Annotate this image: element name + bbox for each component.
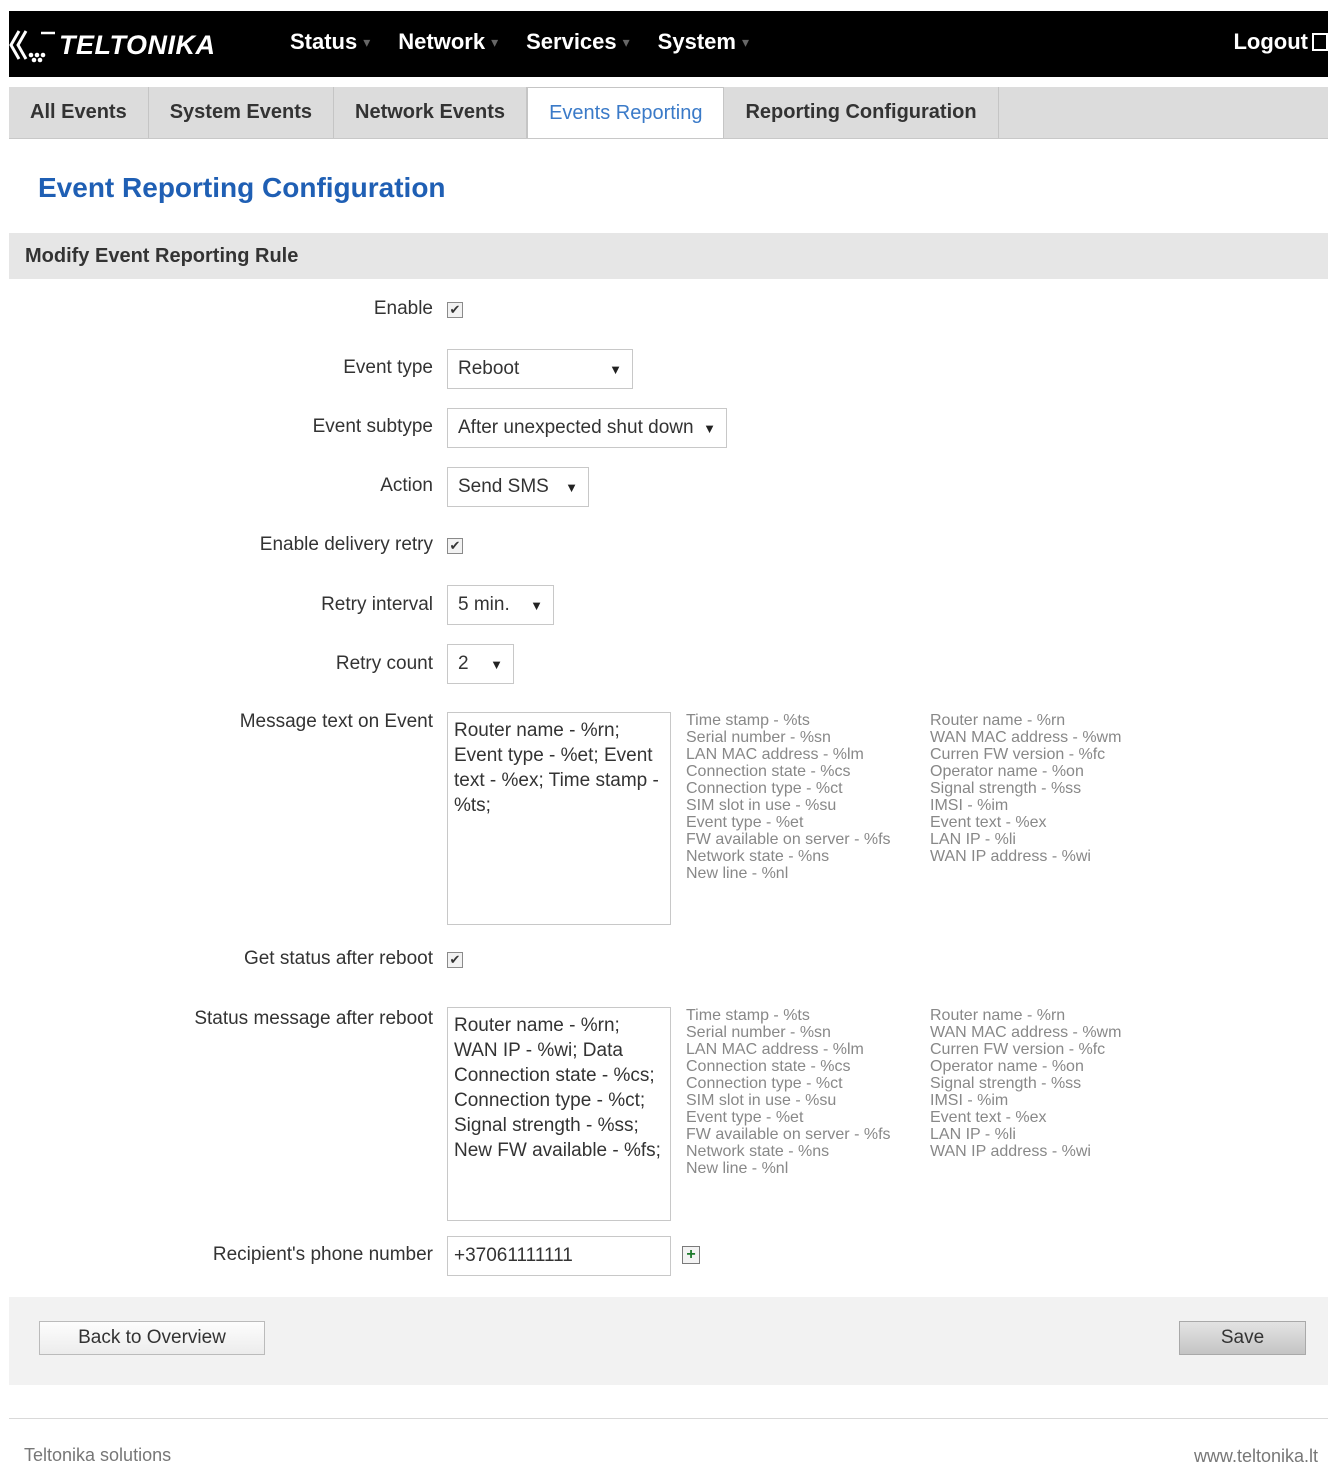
action-value: Send SMS	[458, 476, 549, 497]
action-select[interactable]: Send SMS ▼	[447, 467, 589, 507]
chevron-down-icon: ▾	[741, 33, 749, 50]
footer-website-link[interactable]: www.teltonika.lt	[1194, 1446, 1318, 1467]
event-subtype-select[interactable]: After unexpected shut down ▼	[447, 408, 727, 448]
back-to-overview-button[interactable]: Back to Overview	[39, 1321, 265, 1355]
tab-label: Reporting Configuration	[745, 101, 977, 123]
retry-count-value: 2	[458, 653, 469, 674]
check-icon: ✔	[449, 952, 461, 967]
events-tab-bar: All Events System Events Network Events …	[9, 87, 1328, 139]
tab-label: All Events	[30, 101, 127, 123]
phone-number-label: Recipient's phone number	[212, 1244, 433, 1265]
logout-link[interactable]: Logout	[1233, 29, 1328, 55]
retry-interval-value: 5 min.	[458, 594, 510, 615]
save-button[interactable]: Save	[1179, 1321, 1306, 1355]
action-label: Action	[380, 475, 433, 496]
menu-services[interactable]: Services ▾	[526, 29, 630, 55]
delivery-retry-checkbox[interactable]: ✔	[447, 538, 463, 554]
event-type-value: Reboot	[458, 358, 520, 379]
menu-services-label: Services	[526, 29, 617, 54]
tab-system-events[interactable]: System Events	[149, 87, 334, 138]
dropdown-arrow-icon: ▼	[490, 656, 503, 672]
tab-network-events[interactable]: Network Events	[334, 87, 528, 138]
dropdown-arrow-icon: ▼	[703, 420, 716, 436]
tab-label: Events Reporting	[549, 101, 703, 124]
footer-divider	[9, 1418, 1328, 1419]
add-phone-icon[interactable]: +	[682, 1246, 700, 1264]
tab-reporting-configuration[interactable]: Reporting Configuration	[724, 87, 999, 138]
top-navigation-bar: TELTONIKA Status ▾ Network ▾ Services ▾ …	[9, 11, 1328, 77]
logo-text: TELTONIKA	[59, 29, 216, 60]
menu-network-label: Network	[398, 29, 486, 54]
event-subtype-label: Event subtype	[312, 416, 433, 437]
section-header: Modify Event Reporting Rule	[9, 233, 1328, 279]
check-icon: ✔	[449, 302, 461, 317]
retry-interval-label: Retry interval	[321, 594, 433, 615]
variable-hints-left: Time stamp - %ts Serial number - %sn LAN…	[686, 712, 891, 882]
logout-label: Logout	[1233, 29, 1308, 54]
page-title: Event Reporting Configuration	[38, 172, 446, 203]
message-text-label: Message text on Event	[239, 711, 433, 732]
dropdown-arrow-icon: ▼	[530, 597, 543, 613]
message-text-textarea[interactable]: Router name - %rn; Event type - %et; Eve…	[447, 712, 671, 925]
check-icon: ✔	[449, 538, 461, 553]
tab-label: Network Events	[355, 101, 506, 123]
footer-company: Teltonika solutions	[24, 1445, 172, 1465]
tab-all-events[interactable]: All Events	[9, 87, 149, 138]
enable-label: Enable	[373, 298, 433, 319]
chevron-down-icon: ▾	[491, 33, 499, 50]
status-message-textarea[interactable]: Router name - %rn; WAN IP - %wi; Data Co…	[447, 1007, 671, 1221]
menu-status[interactable]: Status ▾	[290, 29, 370, 55]
menu-status-label: Status	[290, 29, 358, 54]
logo-mark-icon	[9, 30, 55, 63]
event-subtype-value: After unexpected shut down	[458, 417, 694, 438]
status-variable-hints-right: Router name - %rn WAN MAC address - %wm …	[930, 1007, 1122, 1160]
event-type-label: Event type	[343, 357, 433, 378]
dropdown-arrow-icon: ▼	[609, 361, 622, 377]
enable-checkbox[interactable]: ✔	[447, 302, 463, 318]
phone-number-input[interactable]: +37061111111	[447, 1236, 671, 1276]
retry-count-label: Retry count	[335, 653, 433, 674]
status-after-reboot-label: Get status after reboot	[243, 948, 433, 969]
main-menu: Status ▾ Network ▾ Services ▾ System ▾	[290, 29, 777, 55]
event-type-select[interactable]: Reboot ▼	[447, 349, 633, 389]
chevron-down-icon: ▾	[363, 33, 371, 50]
dropdown-arrow-icon: ▼	[565, 479, 578, 495]
variable-hints-right: Router name - %rn WAN MAC address - %wm …	[930, 712, 1122, 865]
menu-system[interactable]: System ▾	[658, 29, 749, 55]
status-message-label: Status message after reboot	[194, 1008, 433, 1029]
delivery-retry-label: Enable delivery retry	[259, 534, 433, 555]
logout-icon	[1312, 33, 1328, 51]
retry-interval-select[interactable]: 5 min. ▼	[447, 585, 554, 625]
tab-events-reporting[interactable]: Events Reporting	[527, 87, 725, 138]
menu-system-label: System	[657, 29, 736, 54]
menu-network[interactable]: Network ▾	[398, 29, 498, 55]
retry-count-select[interactable]: 2 ▼	[447, 644, 514, 684]
teltonika-logo[interactable]: TELTONIKA	[9, 25, 216, 65]
status-after-reboot-checkbox[interactable]: ✔	[447, 952, 463, 968]
status-variable-hints-left: Time stamp - %ts Serial number - %sn LAN…	[686, 1007, 891, 1177]
section-title: Modify Event Reporting Rule	[25, 244, 299, 267]
chevron-down-icon: ▾	[622, 33, 630, 50]
tab-label: System Events	[169, 101, 312, 123]
